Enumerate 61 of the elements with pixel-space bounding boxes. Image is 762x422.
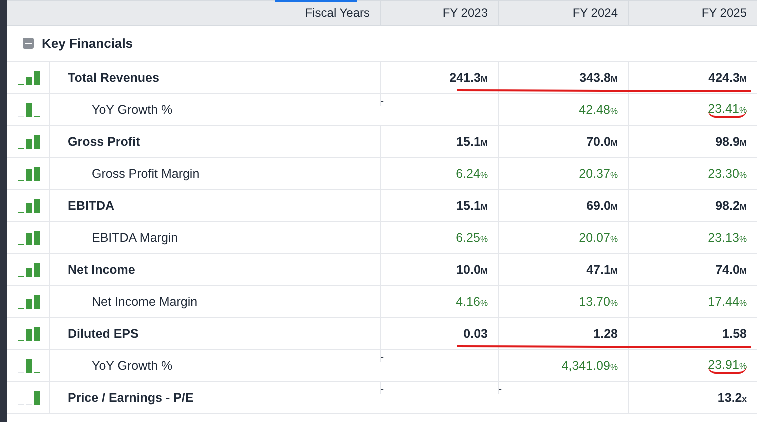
column-header: Fiscal Years (305, 6, 370, 20)
table-cell: 23.30% (708, 166, 747, 180)
collapse-toggle[interactable] (23, 38, 34, 49)
table-cell: 70.0M (586, 134, 618, 148)
table-cell: 6.25% (456, 230, 488, 244)
table-cell: 0.03 (464, 326, 488, 340)
table-cell: 241.3M (450, 70, 488, 84)
column-header: FY 2025 (702, 6, 747, 20)
table-cell: 13.70% (579, 294, 618, 308)
mini-bar-chart-icon (18, 262, 40, 276)
table-cell: 10.0M (456, 262, 488, 276)
row-label: Price / Earnings - P/E (68, 390, 194, 404)
table-cell: 98.2M (716, 198, 747, 212)
table-cell: 343.8M (580, 70, 618, 84)
table-cell: 42.48% (579, 102, 618, 116)
column-header: FY 2024 (572, 6, 618, 20)
row-label: EBITDA Margin (92, 230, 178, 244)
table-cell: 23.13% (708, 230, 747, 244)
table-cell: 20.37% (579, 166, 618, 180)
table-cell: 15.1M (456, 198, 488, 212)
table-cell: 4.16% (456, 294, 488, 308)
row-label: EBITDA (68, 198, 115, 212)
table-cell: 1.58 (722, 326, 747, 340)
table-cell: 69.0M (586, 198, 618, 212)
table-cell: 15.1M (456, 134, 488, 148)
row-label: Net Income Margin (92, 294, 198, 308)
row-label: Gross Profit (68, 134, 140, 148)
row-label: Total Revenues (68, 70, 160, 84)
table-cell: 13.2x (718, 390, 747, 404)
table-cell: 74.0M (716, 262, 747, 276)
column-header: FY 2023 (442, 6, 488, 20)
table-cell: - (499, 384, 502, 394)
row-label: YoY Growth % (92, 358, 173, 372)
table-cell: - (381, 96, 384, 106)
table-cell: 98.9M (716, 134, 747, 148)
mini-bar-chart-icon (18, 134, 40, 148)
section-title: Key Financials (42, 36, 134, 51)
table-cell: 47.1M (586, 262, 618, 276)
mini-bar-chart-icon (18, 70, 40, 84)
mini-bar-chart-icon (18, 230, 40, 244)
mini-bar-chart-icon (18, 390, 40, 404)
row-label: Diluted EPS (68, 326, 139, 340)
table-cell: 20.07% (579, 230, 618, 244)
table-cell: 1.28 (594, 326, 618, 340)
mini-bar-chart-icon (18, 166, 40, 180)
row-label: YoY Growth % (92, 102, 173, 116)
mini-bar-chart-icon (18, 198, 40, 212)
row-label: Net Income (68, 262, 136, 276)
table-cell: 23.41% (708, 102, 747, 118)
mini-bar-chart-icon (18, 102, 40, 116)
table-cell: 23.91% (708, 358, 747, 374)
mini-bar-chart-icon (18, 358, 40, 372)
table-cell: 17.44% (708, 294, 747, 308)
mini-bar-chart-icon (18, 294, 40, 308)
table-cell: 4,341.09% (562, 358, 618, 372)
row-label: Gross Profit Margin (92, 166, 200, 180)
table-cell: - (381, 352, 384, 362)
mini-bar-chart-icon (18, 326, 40, 340)
table-cell: 6.24% (456, 166, 488, 180)
table-cell: - (381, 384, 384, 394)
table-cell: 424.3M (708, 70, 747, 84)
